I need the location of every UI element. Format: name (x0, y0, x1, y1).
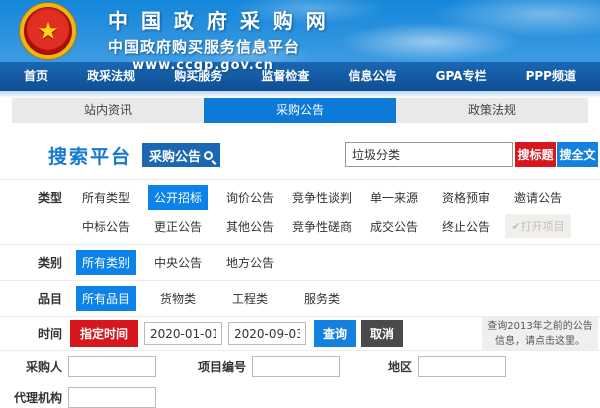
cancel-button[interactable]: 取消 (361, 320, 403, 347)
category-option-central[interactable]: 中央公告 (142, 250, 214, 275)
agency-label: 代理机构 (0, 389, 62, 406)
filter-panel: 类型 所有类型 公开招标 询价公告 竞争性谈判 单一来源 资格预审 邀请公告 中… (0, 179, 600, 408)
nav-item-ppp[interactable]: PPP频道 (526, 62, 576, 91)
type-option-other[interactable]: 其他公告 (214, 214, 286, 239)
ghost-button: ✔打开项目 (502, 214, 574, 239)
agency-input[interactable] (68, 387, 156, 408)
pre-2013-note-link[interactable]: 查询2013年之前的公告 信息，请点击这里。 (482, 317, 598, 350)
nav-fade-strip (0, 91, 600, 98)
filter-label-item: 品目 (0, 286, 62, 307)
filter-row-category: 类别 所有类别 中央公告 地方公告 (0, 245, 600, 281)
type-option-all[interactable]: 所有类型 (70, 185, 142, 210)
nav-item-announcements[interactable]: 信息公告 (349, 62, 397, 91)
site-banner: ★ 中 国 政 府 采 购 网 中国政府购买服务信息平台 www.ccgp.go… (0, 0, 600, 62)
star-icon: ★ (37, 19, 59, 43)
type-option-deal[interactable]: 成交公告 (358, 214, 430, 239)
note-line2: 信息，请点击这里。 (482, 334, 598, 349)
type-option-open-tender[interactable]: 公开招标 (142, 185, 214, 210)
search-fulltext-button[interactable]: 搜全文 (557, 142, 598, 167)
time-preset-button[interactable]: 指定时间 (70, 320, 138, 347)
purchaser-label: 采购人 (0, 358, 62, 375)
search-category-label: 采购公告 (149, 146, 201, 165)
note-line1: 查询2013年之前的公告 (482, 319, 598, 334)
type-option-termination[interactable]: 终止公告 (430, 214, 502, 239)
filter-label-category: 类别 (0, 250, 62, 271)
filter-row-type: 类型 所有类型 公开招标 询价公告 竞争性谈判 单一来源 资格预审 邀请公告 中… (0, 180, 600, 245)
search-row: 搜索平台 采购公告 搜标题 搜全文 (0, 140, 600, 170)
type-option-prequalification[interactable]: 资格预审 (430, 185, 502, 210)
site-url: www.ccgp.gov.cn (108, 58, 298, 73)
tab-procurement-announcements[interactable]: 采购公告 (204, 98, 396, 123)
filter-row-item: 品目 所有品目 货物类 工程类 服务类 (0, 281, 600, 317)
nav-item-home[interactable]: 首页 (24, 62, 48, 91)
type-option-single-source[interactable]: 单一来源 (358, 185, 430, 210)
type-option-competitive-negotiation[interactable]: 竞争性谈判 (286, 185, 358, 210)
magnifier-icon (204, 151, 213, 160)
national-emblem-logo: ★ (20, 3, 76, 59)
category-option-all[interactable]: 所有类别 (70, 250, 142, 275)
type-option-correction[interactable]: 更正公告 (142, 214, 214, 239)
type-option-competitive-consultation[interactable]: 竞争性磋商 (286, 214, 358, 239)
project-no-input[interactable] (252, 356, 340, 377)
item-option-goods[interactable]: 货物类 (142, 286, 214, 311)
region-input[interactable] (418, 356, 506, 377)
tab-policy-regulations[interactable]: 政策法规 (396, 98, 588, 123)
search-platform-title: 搜索平台 (48, 142, 132, 169)
filter-row-purchaser: 采购人 项目编号 地区 (0, 351, 600, 382)
project-no-label: 项目编号 (198, 358, 246, 375)
section-tabs: 站内资讯 采购公告 政策法规 (12, 98, 588, 123)
type-option-award[interactable]: 中标公告 (70, 214, 142, 239)
purchaser-input[interactable] (68, 356, 156, 377)
query-button[interactable]: 查询 (314, 320, 356, 347)
search-category-badge[interactable]: 采购公告 (142, 143, 220, 167)
search-input[interactable] (345, 142, 513, 167)
search-title-button[interactable]: 搜标题 (515, 142, 556, 167)
filter-row-agency: 代理机构 (0, 382, 600, 408)
item-option-services[interactable]: 服务类 (286, 286, 358, 311)
item-option-all[interactable]: 所有品目 (70, 286, 142, 311)
nav-item-gpa[interactable]: GPA专栏 (436, 62, 487, 91)
filter-label-time: 时间 (0, 325, 62, 342)
tab-site-news[interactable]: 站内资讯 (12, 98, 204, 123)
region-label: 地区 (388, 358, 412, 375)
item-option-engineering[interactable]: 工程类 (214, 286, 286, 311)
filter-row-time: 时间 指定时间 查询 取消 查询2013年之前的公告 信息，请点击这里。 (0, 317, 600, 351)
type-option-invitation[interactable]: 邀请公告 (502, 185, 574, 210)
type-option-inquiry[interactable]: 询价公告 (214, 185, 286, 210)
banner-text: 中 国 政 府 采 购 网 中国政府购买服务信息平台 www.ccgp.gov.… (108, 5, 329, 73)
date-start-input[interactable] (144, 322, 222, 345)
category-option-local[interactable]: 地方公告 (214, 250, 286, 275)
date-end-input[interactable] (228, 322, 306, 345)
site-subtitle: 中国政府购买服务信息平台 (108, 36, 329, 57)
page: ★ 中 国 政 府 采 购 网 中国政府购买服务信息平台 www.ccgp.go… (0, 0, 600, 408)
filter-label-type: 类型 (0, 185, 62, 206)
site-title: 中 国 政 府 采 购 网 (108, 5, 329, 34)
